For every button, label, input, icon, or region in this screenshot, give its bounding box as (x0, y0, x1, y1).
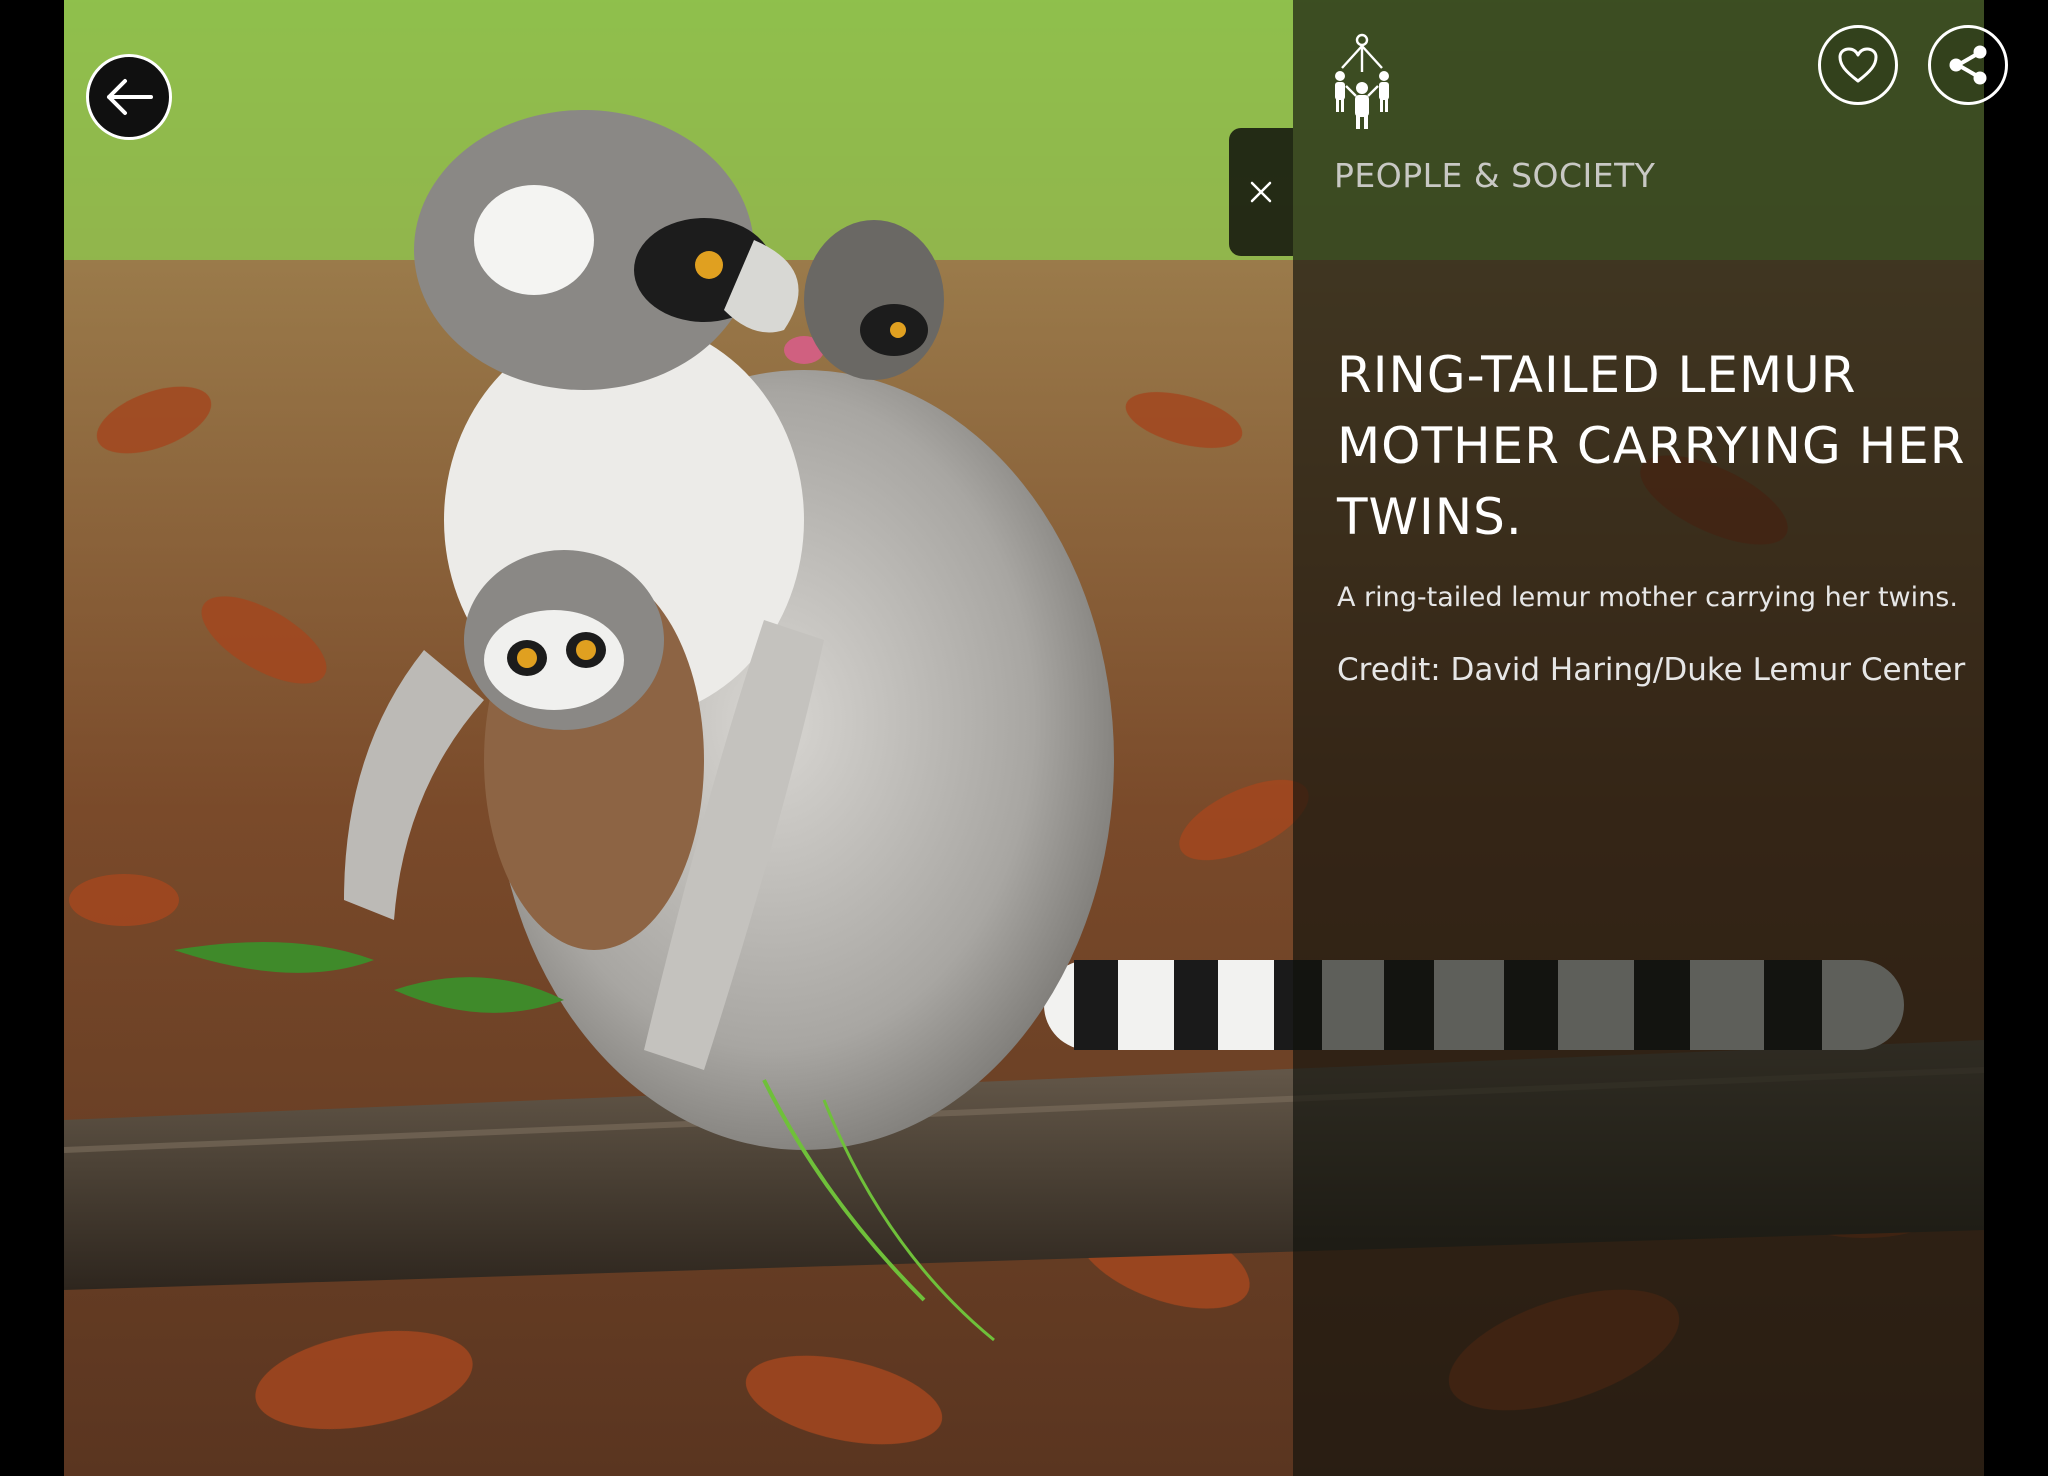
share-icon (1949, 45, 1987, 85)
people-network-icon (1335, 33, 1389, 129)
arrow-left-icon (107, 79, 153, 115)
back-button[interactable] (86, 54, 172, 140)
photo-description: A ring-tailed lemur mother carrying her … (1337, 582, 1958, 613)
category-label: PEOPLE & SOCIETY (1334, 156, 1656, 195)
heart-icon (1838, 47, 1878, 83)
share-button[interactable] (1928, 25, 2008, 105)
favorite-button[interactable] (1818, 25, 1898, 105)
photo-credit: Credit: David Haring/Duke Lemur Center (1337, 652, 1966, 688)
close-icon (1250, 181, 1272, 203)
close-panel-button[interactable] (1229, 128, 1293, 256)
photo-title: RING-TAILED LEMUR MOTHER CARRYING HER TW… (1337, 346, 1966, 546)
caption-panel (1293, 0, 1984, 1476)
